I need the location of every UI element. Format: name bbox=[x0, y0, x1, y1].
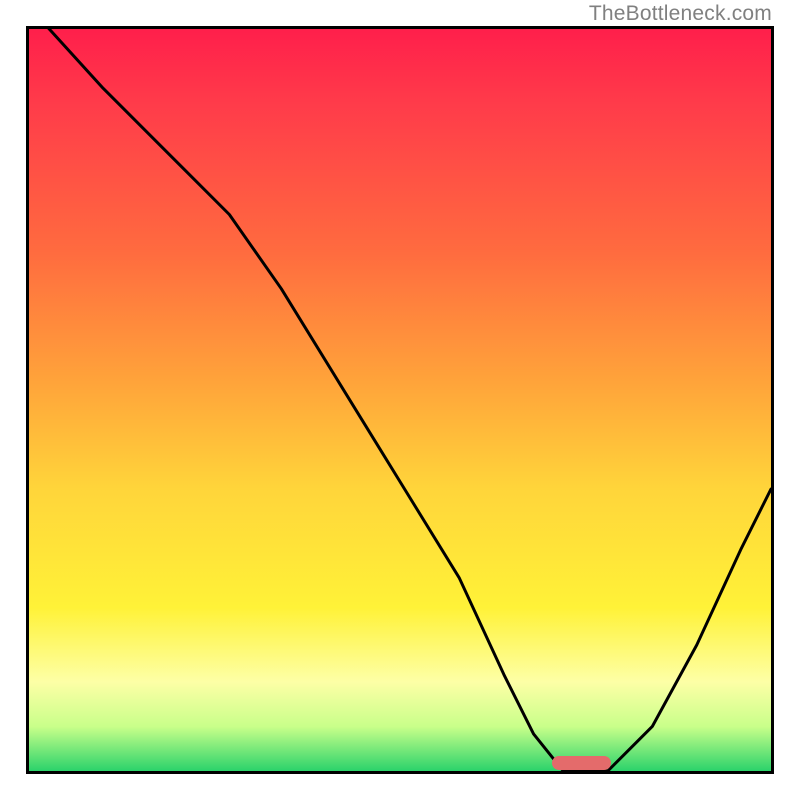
plot-area bbox=[26, 26, 774, 774]
bottleneck-curve bbox=[29, 29, 771, 771]
curve-path bbox=[29, 29, 771, 771]
chart-container: TheBottleneck.com bbox=[0, 0, 800, 800]
attribution-text: TheBottleneck.com bbox=[589, 2, 772, 26]
optimal-range-marker bbox=[552, 756, 611, 770]
